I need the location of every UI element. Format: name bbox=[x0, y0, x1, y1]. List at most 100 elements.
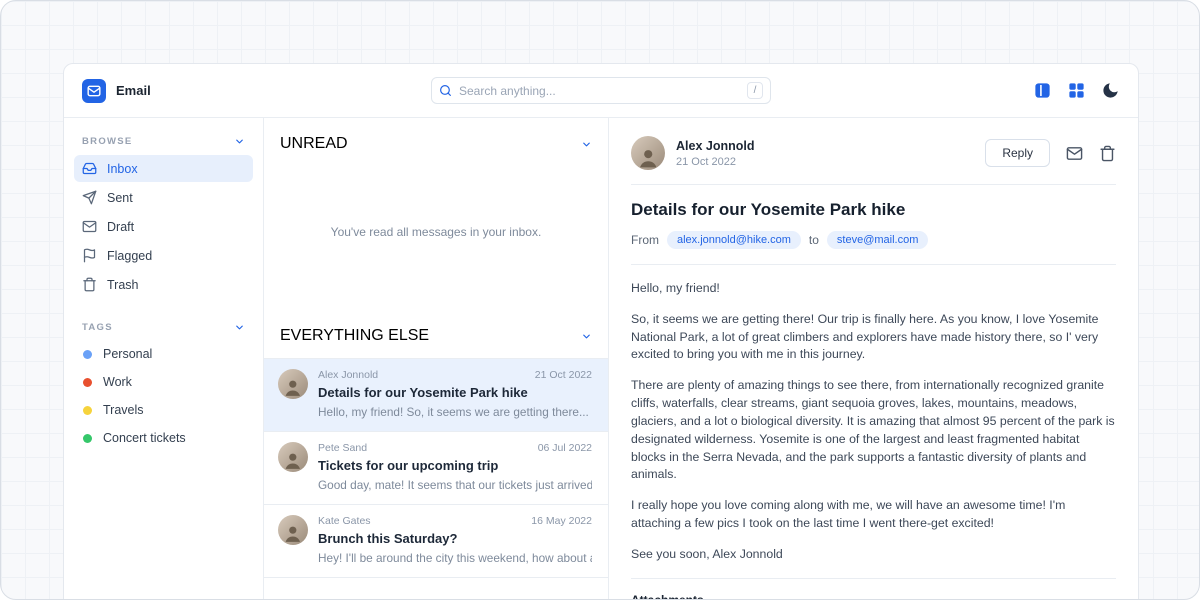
email-app-window: Email / bbox=[63, 63, 1139, 600]
email-sender: Pete Sand bbox=[318, 442, 367, 454]
unread-label: UNREAD bbox=[280, 135, 348, 153]
sidebar-item-label: Sent bbox=[107, 191, 133, 205]
delete-email-button[interactable] bbox=[1099, 145, 1116, 162]
trash-icon bbox=[1099, 145, 1116, 162]
person-icon bbox=[282, 450, 304, 472]
body-paragraph: There are plenty of amazing things to se… bbox=[631, 377, 1116, 484]
sidebar-item-label: Trash bbox=[107, 278, 139, 292]
sidebar-item-draft[interactable]: Draft bbox=[74, 213, 253, 240]
email-detail-panel: Alex Jonnold 21 Oct 2022 Reply Details f… bbox=[609, 118, 1138, 600]
tag-item-concert-tickets[interactable]: Concert tickets bbox=[74, 425, 253, 451]
detail-actions: Reply bbox=[985, 139, 1116, 167]
to-email-chip[interactable]: steve@mail.com bbox=[827, 231, 928, 249]
chevron-down-icon bbox=[581, 331, 592, 342]
body-paragraph: See you soon, Alex Jonnold bbox=[631, 546, 1116, 564]
email-sender: Alex Jonnold bbox=[318, 369, 378, 381]
layout-toggle-button[interactable] bbox=[1033, 81, 1052, 100]
tags-section-header[interactable]: TAGS bbox=[74, 316, 253, 341]
email-item-body: Kate Gates 16 May 2022 Brunch this Satur… bbox=[318, 515, 592, 565]
email-preview: Hello, my friend! So, it seems we are ge… bbox=[318, 405, 592, 419]
tag-color-dot bbox=[83, 350, 92, 359]
email-list-item[interactable]: Alex Jonnold 21 Oct 2022 Details for our… bbox=[264, 358, 608, 431]
reply-button[interactable]: Reply bbox=[985, 139, 1050, 167]
email-list-item[interactable]: Kate Gates 16 May 2022 Brunch this Satur… bbox=[264, 504, 608, 578]
chevron-down-icon bbox=[581, 139, 592, 150]
person-icon bbox=[282, 377, 304, 399]
email-subject: Brunch this Saturday? bbox=[318, 531, 592, 546]
brand: Email bbox=[82, 79, 282, 103]
sidebar-item-inbox[interactable]: Inbox bbox=[74, 155, 253, 182]
dark-mode-toggle-button[interactable] bbox=[1101, 81, 1120, 100]
from-to-row: From alex.jonnold@hike.com to steve@mail… bbox=[631, 231, 1116, 265]
tags-list: Personal Work Travels Concert tickets bbox=[74, 341, 253, 451]
attachments-label: Attachments bbox=[631, 593, 1116, 600]
tag-color-dot bbox=[83, 378, 92, 387]
everything-else-section-header[interactable]: EVERYTHING ELSE bbox=[264, 301, 608, 358]
tag-item-travels[interactable]: Travels bbox=[74, 397, 253, 423]
avatar bbox=[278, 442, 308, 472]
send-icon bbox=[82, 190, 97, 205]
to-label: to bbox=[809, 233, 819, 247]
tag-item-work[interactable]: Work bbox=[74, 369, 253, 395]
detail-sender-name: Alex Jonnold bbox=[676, 139, 754, 153]
body-paragraph: Hello, my friend! bbox=[631, 280, 1116, 298]
browse-section-header[interactable]: BROWSE bbox=[74, 130, 253, 155]
email-date: 21 Oct 2022 bbox=[535, 369, 592, 381]
email-subject: Details for our Yosemite Park hike bbox=[318, 385, 592, 400]
email-date: 16 May 2022 bbox=[531, 515, 592, 527]
flag-icon bbox=[82, 248, 97, 263]
top-bar: Email / bbox=[64, 64, 1138, 118]
top-actions bbox=[920, 81, 1120, 100]
chevron-down-icon bbox=[234, 136, 245, 147]
email-item-body: Pete Sand 06 Jul 2022 Tickets for our up… bbox=[318, 442, 592, 492]
folder-nav: Inbox Sent Draft Flagged bbox=[74, 155, 253, 298]
person-icon bbox=[636, 146, 660, 170]
tags-label: TAGS bbox=[82, 322, 113, 333]
email-date: 06 Jul 2022 bbox=[538, 442, 592, 454]
sidebar-item-label: Flagged bbox=[107, 249, 152, 263]
tag-label: Concert tickets bbox=[103, 431, 186, 445]
sidebar-item-flagged[interactable]: Flagged bbox=[74, 242, 253, 269]
search-icon bbox=[439, 84, 452, 97]
search-input[interactable] bbox=[459, 84, 740, 98]
everything-else-label: EVERYTHING ELSE bbox=[280, 327, 429, 345]
from-email-chip[interactable]: alex.jonnold@hike.com bbox=[667, 231, 801, 249]
detail-date: 21 Oct 2022 bbox=[676, 156, 754, 168]
apps-grid-button[interactable] bbox=[1067, 81, 1086, 100]
search-shortcut-badge: / bbox=[747, 82, 763, 99]
tag-color-dot bbox=[83, 434, 92, 443]
tag-label: Travels bbox=[103, 403, 144, 417]
email-list-item[interactable]: Pete Sand 06 Jul 2022 Tickets for our up… bbox=[264, 431, 608, 504]
sidebar-item-label: Draft bbox=[107, 220, 134, 234]
search-box[interactable]: / bbox=[431, 77, 771, 104]
grid-icon bbox=[1067, 81, 1086, 100]
draft-envelope-icon bbox=[82, 219, 97, 234]
detail-subject: Details for our Yosemite Park hike bbox=[631, 200, 1116, 220]
sidebar-item-trash[interactable]: Trash bbox=[74, 271, 253, 298]
mark-as-mail-button[interactable] bbox=[1066, 145, 1083, 162]
person-icon bbox=[282, 523, 304, 545]
email-subject: Tickets for our upcoming trip bbox=[318, 458, 592, 473]
layout-icon bbox=[1033, 81, 1052, 100]
chevron-down-icon bbox=[234, 322, 245, 333]
sidebar-item-label: Inbox bbox=[107, 162, 138, 176]
detail-header: Alex Jonnold 21 Oct 2022 Reply bbox=[631, 130, 1116, 185]
body-paragraph: So, it seems we are getting there! Our t… bbox=[631, 311, 1116, 364]
mail-list-column: UNREAD You've read all messages in your … bbox=[264, 118, 609, 600]
moon-icon bbox=[1101, 81, 1120, 100]
avatar bbox=[631, 136, 665, 170]
email-item-body: Alex Jonnold 21 Oct 2022 Details for our… bbox=[318, 369, 592, 419]
browse-label: BROWSE bbox=[82, 136, 133, 147]
email-preview: Hey! I'll be around the city this weeken… bbox=[318, 551, 592, 565]
unread-section-header[interactable]: UNREAD bbox=[264, 118, 608, 163]
body-paragraph: I really hope you love coming along with… bbox=[631, 497, 1116, 533]
sidebar-item-sent[interactable]: Sent bbox=[74, 184, 253, 211]
email-preview: Good day, mate! It seems that our ticket… bbox=[318, 478, 592, 492]
inbox-icon bbox=[82, 161, 97, 176]
envelope-icon bbox=[1066, 145, 1083, 162]
from-label: From bbox=[631, 233, 659, 247]
tag-label: Personal bbox=[103, 347, 152, 361]
unread-empty-message: You've read all messages in your inbox. bbox=[264, 163, 608, 301]
tag-item-personal[interactable]: Personal bbox=[74, 341, 253, 367]
trash-icon bbox=[82, 277, 97, 292]
